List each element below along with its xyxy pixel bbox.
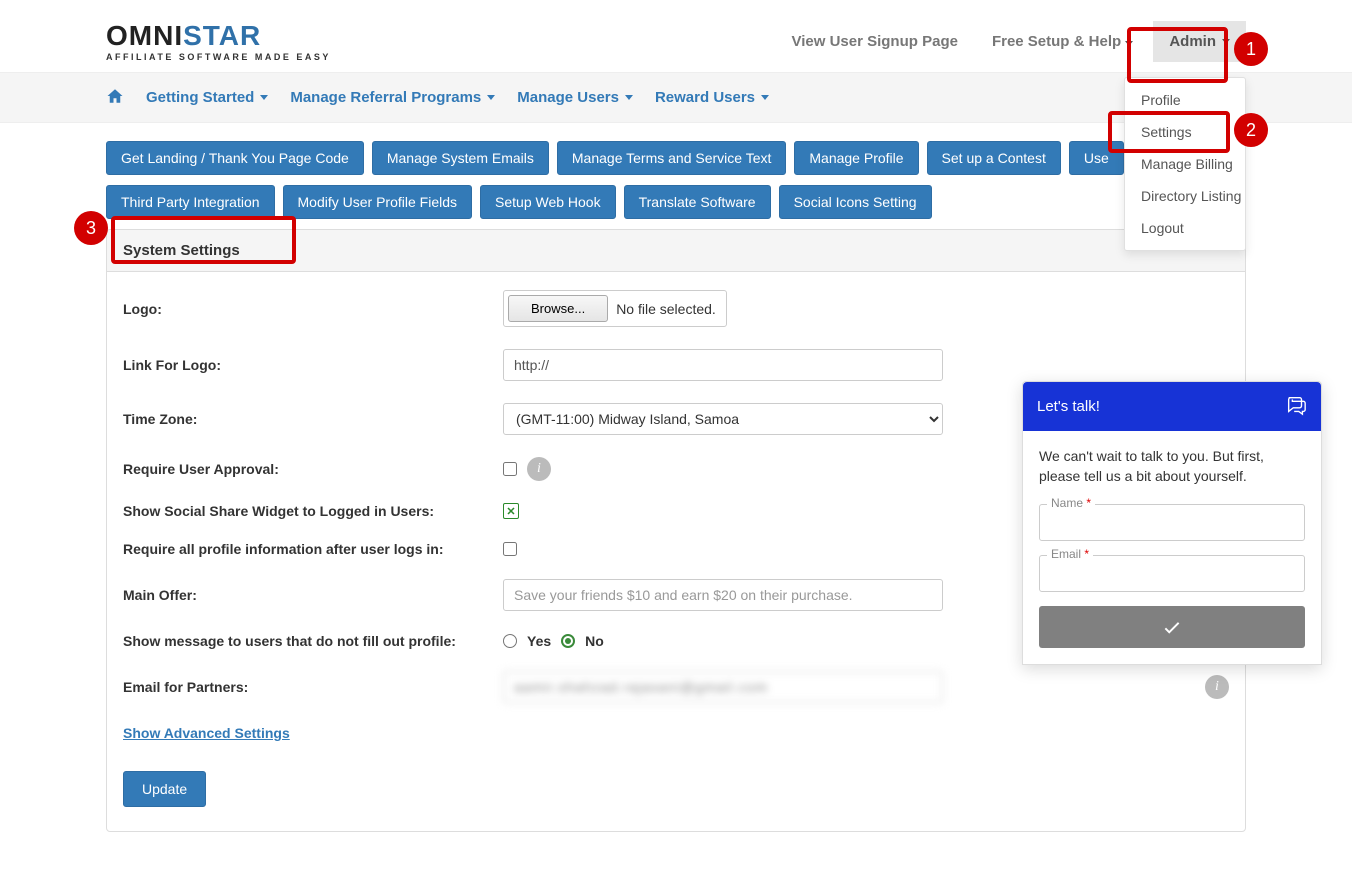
logo-text-b: STAR (183, 20, 261, 51)
label-timezone: Time Zone: (123, 411, 503, 427)
label-link-logo: Link For Logo: (123, 357, 503, 373)
btn-use[interactable]: Use (1069, 141, 1124, 175)
input-email-partners[interactable] (503, 671, 943, 703)
caret-down-icon (761, 95, 769, 100)
btn-system-emails[interactable]: Manage System Emails (372, 141, 549, 175)
logo-tagline: AFFILIATE SOFTWARE MADE EASY (106, 52, 331, 62)
menu-item-directory[interactable]: Directory Listing (1125, 180, 1245, 212)
label-logo: Logo: (123, 301, 503, 317)
browse-button[interactable]: Browse... (508, 295, 608, 322)
checkbox-require-profile[interactable] (503, 542, 517, 556)
chat-header[interactable]: Let's talk! (1023, 382, 1321, 431)
checkbox-require-approval[interactable] (503, 462, 517, 476)
radio-label-yes: Yes (527, 633, 551, 649)
menu-item-settings[interactable]: Settings (1125, 116, 1245, 148)
caret-down-icon (1125, 41, 1133, 46)
logo-text-a: OMNI (106, 20, 183, 51)
label-show-message: Show message to users that do not fill o… (123, 633, 503, 649)
chat-label-name: Name * (1047, 496, 1095, 510)
check-icon (1161, 616, 1183, 638)
checkbox-social-share[interactable]: ✕ (503, 503, 519, 519)
nav-manage-programs[interactable]: Manage Referral Programs (290, 89, 495, 106)
btn-setup-webhook[interactable]: Setup Web Hook (480, 185, 616, 219)
caret-down-icon (260, 95, 268, 100)
caret-down-icon (487, 95, 495, 100)
label-social-share: Show Social Share Widget to Logged in Us… (123, 503, 503, 519)
file-input-logo[interactable]: Browse... No file selected. (503, 290, 727, 327)
view-signup-link[interactable]: View User Signup Page (778, 21, 972, 62)
label-main-offer: Main Offer: (123, 587, 503, 603)
btn-terms-service[interactable]: Manage Terms and Service Text (557, 141, 786, 175)
select-timezone[interactable]: (GMT-11:00) Midway Island, Samoa (503, 403, 943, 435)
btn-social-icons[interactable]: Social Icons Setting (779, 185, 932, 219)
label-require-profile: Require all profile information after us… (123, 541, 503, 557)
chat-intro-text: We can't wait to talk to you. But first,… (1039, 447, 1305, 486)
nav-reward-users[interactable]: Reward Users (655, 89, 769, 106)
brand-logo: OMNISTAR AFFILIATE SOFTWARE MADE EASY (106, 20, 331, 62)
admin-menu-button[interactable]: Admin (1153, 21, 1246, 62)
nav-getting-started[interactable]: Getting Started (146, 89, 268, 106)
admin-dropdown: Profile Settings Manage Billing Director… (1124, 77, 1246, 251)
home-icon[interactable] (106, 87, 124, 108)
btn-translate-software[interactable]: Translate Software (624, 185, 771, 219)
btn-setup-contest[interactable]: Set up a Contest (927, 141, 1061, 175)
info-icon[interactable]: i (527, 457, 551, 481)
info-icon[interactable]: i (1205, 675, 1229, 699)
input-link-logo[interactable] (503, 349, 943, 381)
menu-item-logout[interactable]: Logout (1125, 212, 1245, 244)
btn-third-party-integration[interactable]: Third Party Integration (106, 185, 275, 219)
link-advanced-settings[interactable]: Show Advanced Settings (123, 725, 290, 741)
update-button[interactable]: Update (123, 771, 206, 807)
annotation-number-3: 3 (74, 211, 108, 245)
chat-title: Let's talk! (1037, 398, 1100, 415)
menu-item-billing[interactable]: Manage Billing (1125, 148, 1245, 180)
label-email-partners: Email for Partners: (123, 679, 503, 695)
btn-manage-profile[interactable]: Manage Profile (794, 141, 918, 175)
radio-show-msg-no[interactable] (561, 634, 575, 648)
nav-manage-users[interactable]: Manage Users (517, 89, 633, 106)
chat-widget: Let's talk! We can't wait to talk to you… (1022, 381, 1322, 665)
menu-item-profile[interactable]: Profile (1125, 84, 1245, 116)
btn-modify-profile-fields[interactable]: Modify User Profile Fields (283, 185, 473, 219)
caret-down-icon (625, 95, 633, 100)
radio-show-msg-yes[interactable] (503, 634, 517, 648)
chat-label-email: Email * (1047, 547, 1093, 561)
label-require-approval: Require User Approval: (123, 461, 503, 477)
btn-landing-code[interactable]: Get Landing / Thank You Page Code (106, 141, 364, 175)
panel-title: System Settings (107, 230, 1245, 272)
file-status: No file selected. (616, 301, 722, 317)
input-main-offer[interactable] (503, 579, 943, 611)
free-setup-link[interactable]: Free Setup & Help (978, 21, 1147, 62)
radio-label-no: No (585, 633, 604, 649)
chat-submit-button[interactable] (1039, 606, 1305, 648)
chat-icon (1285, 394, 1307, 419)
caret-down-icon (1222, 39, 1230, 44)
